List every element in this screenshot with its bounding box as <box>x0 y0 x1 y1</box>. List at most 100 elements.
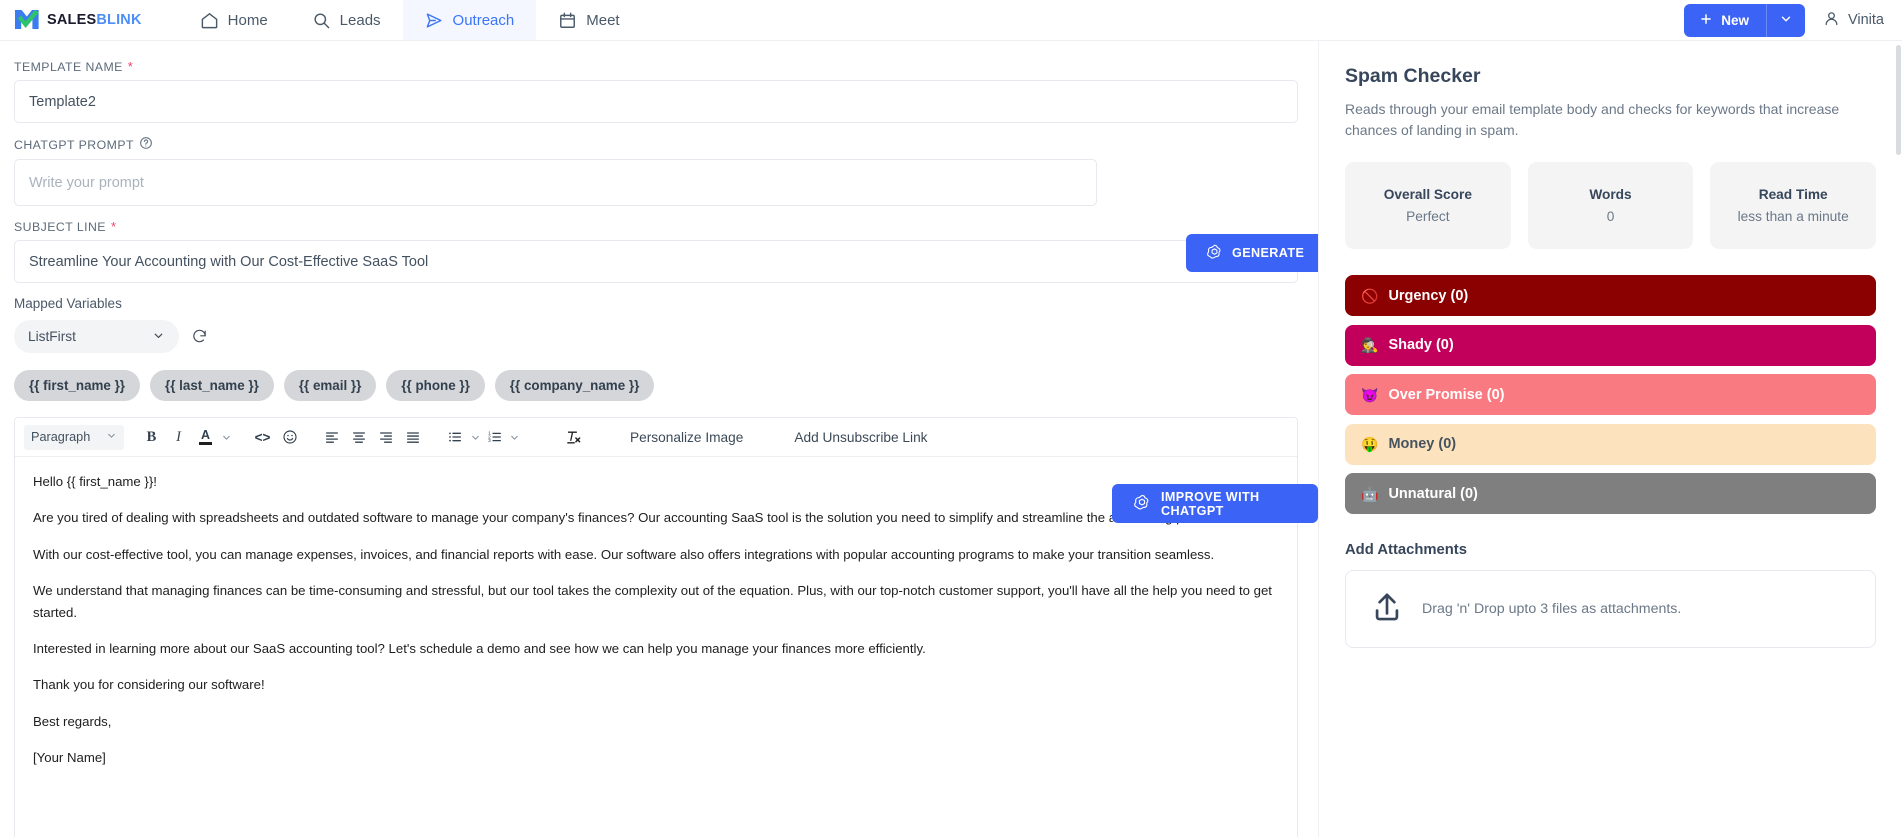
app-header: SALESBLINK Home Leads Outreach Meet New … <box>0 0 1902 41</box>
openai-icon <box>1133 493 1151 514</box>
stat-value: Perfect <box>1406 209 1450 225</box>
user-name: Vinita <box>1847 12 1884 28</box>
chevron-down-icon <box>106 430 117 444</box>
page-body: TEMPLATE NAME * CHATGPT PROMPT Write you… <box>0 41 1902 837</box>
nav-item-meet[interactable]: Meet <box>536 0 641 40</box>
spam-checker-title: Spam Checker <box>1345 65 1481 87</box>
text-color-swatch <box>199 442 212 446</box>
detective-icon: 🕵️ <box>1361 337 1379 354</box>
spam-category-over-promise[interactable]: 😈 Over Promise (0) <box>1345 374 1876 416</box>
nav-item-leads[interactable]: Leads <box>290 0 403 40</box>
spam-categories: 🚫 Urgency (0) 🕵️ Shady (0) 😈 Over Promis… <box>1345 275 1876 515</box>
refresh-icon[interactable] <box>191 328 208 345</box>
email-paragraph: We understand that managing finances can… <box>33 583 1272 620</box>
variable-chip[interactable]: {{ company_name }} <box>494 370 655 401</box>
category-label: Urgency (0) <box>1388 287 1469 304</box>
nav-item-home[interactable]: Home <box>178 0 290 40</box>
variable-chip[interactable]: {{ last_name }} <box>150 370 274 401</box>
no-entry-icon: 🚫 <box>1361 287 1379 304</box>
email-paragraph: Are you tired of dealing with spreadshee… <box>33 510 1227 526</box>
align-left-icon[interactable] <box>318 424 345 451</box>
mapped-variable-chips: {{ first_name }} {{ last_name }} {{ emai… <box>14 370 1298 401</box>
chatgpt-prompt-input[interactable]: Write your prompt <box>14 159 1097 206</box>
numbered-list-icon[interactable]: 123 <box>483 424 507 451</box>
stat-heading: Read Time <box>1758 187 1828 203</box>
home-icon <box>200 11 219 30</box>
salesblink-logo-icon <box>14 9 40 31</box>
stat-value: less than a minute <box>1737 209 1849 225</box>
subject-line-label: SUBJECT LINE * <box>14 219 1298 234</box>
align-right-icon[interactable] <box>372 424 399 451</box>
email-paragraph: With our cost-effective tool, you can ma… <box>33 546 1215 562</box>
chatgpt-prompt-field-group: CHATGPT PROMPT Write your prompt <box>14 136 1298 206</box>
bold-button[interactable]: B <box>138 424 165 451</box>
personalize-image-button[interactable]: Personalize Image <box>617 430 756 445</box>
align-center-icon[interactable] <box>345 424 372 451</box>
editor-toolbar: Paragraph B I A <> 1 2 3 Personalize Ima… <box>15 418 1297 457</box>
spam-category-unnatural[interactable]: 🤖 Unnatural (0) <box>1345 473 1876 515</box>
user-menu[interactable]: Vinita <box>1823 10 1884 31</box>
category-label: Over Promise (0) <box>1388 386 1505 403</box>
add-attachments-title: Add Attachments <box>1345 542 1467 559</box>
email-paragraph: [Your Name] <box>33 750 106 765</box>
app-logo[interactable]: SALESBLINK <box>0 0 156 40</box>
nav-item-outreach[interactable]: Outreach <box>402 0 537 40</box>
page-scrollbar[interactable] <box>1895 41 1902 837</box>
user-icon <box>1823 10 1840 31</box>
numbered-list-caret[interactable] <box>507 432 522 443</box>
variable-chip[interactable]: {{ first_name }} <box>14 370 141 401</box>
email-body-content[interactable]: Hello {{ first_name }}! Are you tired of… <box>15 457 1297 797</box>
chevron-down-icon <box>152 329 165 345</box>
list-select[interactable]: ListFirst <box>14 320 179 353</box>
add-unsubscribe-link-button[interactable]: Add Unsubscribe Link <box>781 430 940 445</box>
text-color-label: A <box>200 427 211 442</box>
nav-label-outreach: Outreach <box>452 11 515 29</box>
email-paragraph: Best regards, <box>33 713 112 729</box>
template-name-input[interactable] <box>14 80 1298 123</box>
block-format-select[interactable]: Paragraph <box>24 424 124 450</box>
align-justify-icon[interactable] <box>399 424 426 451</box>
emoji-icon[interactable] <box>276 424 303 451</box>
list-select-value: ListFirst <box>28 329 76 344</box>
scrollbar-thumb[interactable] <box>1896 45 1901 155</box>
spam-category-shady[interactable]: 🕵️ Shady (0) <box>1345 324 1876 366</box>
template-name-field-group: TEMPLATE NAME * <box>14 59 1298 123</box>
spam-category-urgency[interactable]: 🚫 Urgency (0) <box>1345 275 1876 317</box>
template-editor-pane: TEMPLATE NAME * CHATGPT PROMPT Write you… <box>0 41 1318 837</box>
nav-label-leads: Leads <box>339 11 381 29</box>
subject-line-input[interactable] <box>14 240 1298 283</box>
new-button-label: New <box>1721 12 1749 28</box>
clear-formatting-icon[interactable] <box>560 424 587 451</box>
category-label: Money (0) <box>1388 436 1457 453</box>
variable-chip[interactable]: {{ email }} <box>283 370 377 401</box>
robot-icon: 🤖 <box>1361 485 1379 502</box>
text-color-caret[interactable] <box>219 432 234 443</box>
improve-with-chatgpt-button[interactable]: IMPROVE WITH CHATGPT <box>1112 484 1318 523</box>
generate-button[interactable]: GENERATE <box>1186 234 1318 272</box>
upload-icon <box>1370 590 1404 629</box>
attachments-dropzone[interactable]: Drag 'n' Drop upto 3 files as attachment… <box>1345 570 1876 649</box>
text-color-button[interactable]: A <box>192 424 219 451</box>
italic-label: I <box>176 428 181 445</box>
stat-card-overall-score: Overall Score Perfect <box>1345 162 1511 250</box>
email-paragraph: Thank you for considering our software! <box>33 677 265 693</box>
email-paragraph: Hello {{ first_name }}! <box>33 474 157 489</box>
stat-heading: Words <box>1589 187 1632 203</box>
help-icon[interactable] <box>139 136 153 153</box>
bullet-list-caret[interactable] <box>468 432 483 443</box>
spam-category-money[interactable]: 🤑 Money (0) <box>1345 423 1876 465</box>
code-button[interactable]: <> <box>249 424 276 451</box>
bullet-list-icon[interactable] <box>441 424 468 451</box>
variable-chip[interactable]: {{ phone }} <box>386 370 485 401</box>
chatgpt-prompt-label-text: CHATGPT PROMPT <box>14 137 134 152</box>
email-paragraph: Interested in learning more about our Sa… <box>33 640 926 656</box>
category-label: Shady (0) <box>1388 337 1454 354</box>
mapped-variables-controls: ListFirst <box>14 320 1298 353</box>
new-button-caret[interactable] <box>1767 12 1805 29</box>
new-button[interactable]: New <box>1684 3 1805 37</box>
stat-heading: Overall Score <box>1383 187 1472 203</box>
italic-button[interactable]: I <box>165 424 192 451</box>
send-icon <box>425 11 444 30</box>
dropzone-text: Drag 'n' Drop upto 3 files as attachment… <box>1422 601 1682 618</box>
logo-text: SALESBLINK <box>47 12 142 28</box>
